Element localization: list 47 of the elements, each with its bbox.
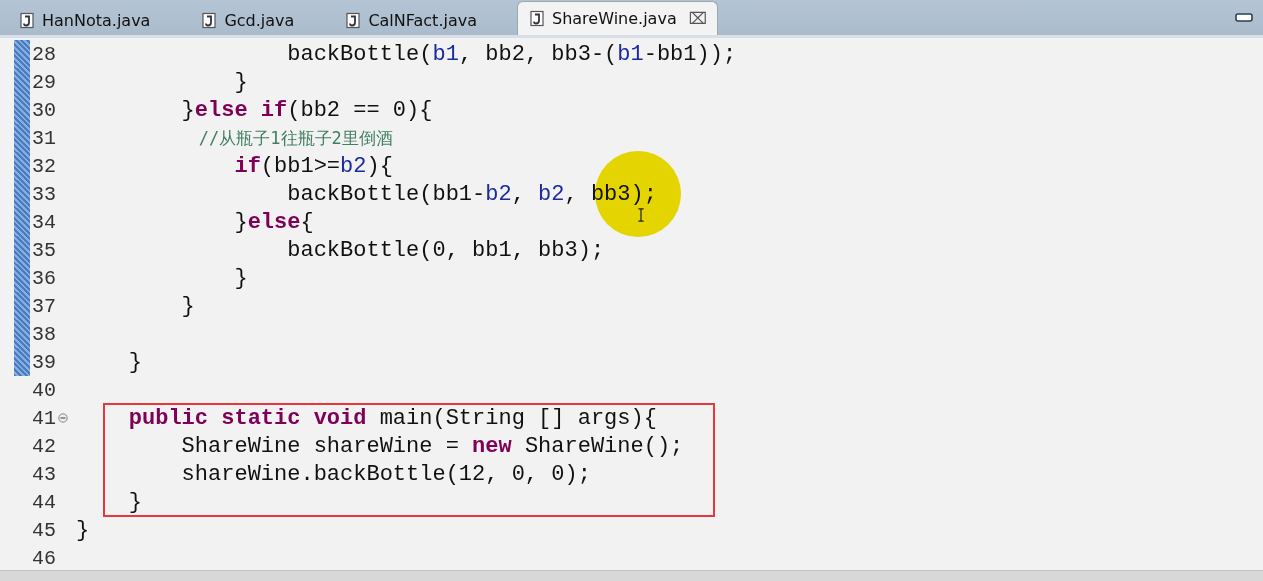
- java-file-icon: [346, 11, 361, 29]
- code-line: }: [233, 265, 248, 291]
- close-tab-button[interactable]: ⌧: [688, 9, 708, 28]
- horizontal-scrollbar[interactable]: [0, 570, 1263, 581]
- code-line: public static void main(String [] args){: [127, 405, 657, 431]
- line-number: 46: [32, 546, 56, 570]
- line-number: 36: [32, 266, 56, 290]
- code-line: }: [76, 517, 90, 543]
- minimize-button[interactable]: [1235, 12, 1253, 23]
- code-line: backBottle(0, bb1, bb3);: [286, 237, 605, 263]
- collapse-icon[interactable]: [58, 413, 68, 423]
- line-number: 29: [32, 70, 56, 94]
- java-file-icon: [20, 11, 34, 29]
- editor-tab[interactable]: Gcd.java: [190, 5, 317, 35]
- editor-tab[interactable]: ShareWine.java ⌧: [517, 1, 719, 35]
- code-line: backBottle(b1, bb2, bb3-(b1-bb1));: [286, 41, 737, 67]
- code-line: }else if(bb2 == 0){: [180, 97, 433, 123]
- line-number: 39: [32, 350, 56, 374]
- code-line: }: [180, 293, 195, 319]
- line-number: 38: [32, 322, 56, 346]
- code-line: ShareWine shareWine = new ShareWine();: [180, 433, 684, 459]
- line-number: 43: [32, 462, 56, 486]
- code-line: if(bb1>=b2){: [233, 153, 393, 179]
- code-line: }: [127, 489, 142, 515]
- line-number: 37: [32, 294, 56, 318]
- line-number: 35: [32, 238, 56, 262]
- line-number: 32: [32, 154, 56, 178]
- line-number: 31: [32, 126, 56, 150]
- code-line: }: [233, 69, 248, 95]
- line-number: 28: [32, 42, 56, 66]
- line-number: 33: [32, 182, 56, 206]
- line-number: 34: [32, 210, 56, 234]
- line-number: 45: [32, 518, 56, 542]
- code-line: shareWine.backBottle(12, 0, 0);: [180, 461, 591, 487]
- line-number: 44: [32, 490, 56, 514]
- text-cursor-icon: [637, 208, 645, 222]
- code-comment: //从瓶子1往瓶子2里倒酒: [197, 126, 393, 150]
- line-number: 40: [32, 378, 56, 402]
- line-number: 30: [32, 98, 56, 122]
- code-line: }: [127, 349, 142, 375]
- java-file-icon: [202, 11, 217, 29]
- java-file-icon: [530, 10, 544, 27]
- code-line: }else{: [233, 209, 314, 235]
- editor-tab[interactable]: HanNota.java: [8, 5, 173, 35]
- line-number: 42: [32, 434, 56, 458]
- editor-tab[interactable]: CalNFact.java: [334, 5, 499, 35]
- line-number: 41: [32, 406, 56, 430]
